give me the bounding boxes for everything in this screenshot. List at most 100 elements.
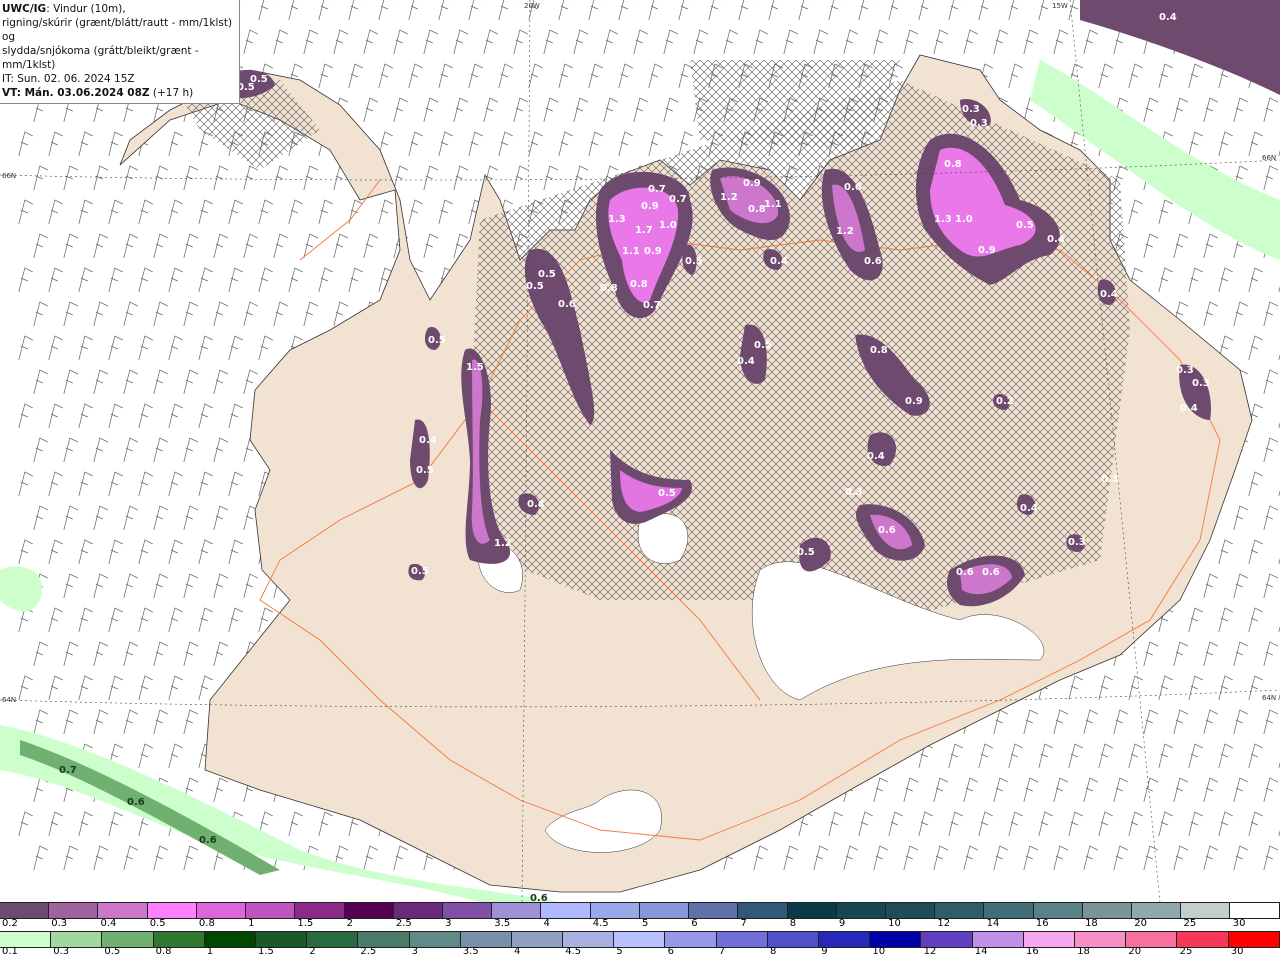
colorbar-label: 0.3	[53, 946, 70, 957]
colorbar-label: 0.4	[100, 918, 117, 929]
colorbar-label: 3	[445, 918, 452, 929]
colorbar-label: 0.1	[2, 946, 18, 957]
colorbar-label: 14	[986, 918, 1000, 929]
colorbar-label: 1.5	[258, 946, 274, 957]
snow-value-label: 1.1	[764, 199, 782, 210]
snow-value-label: 1.7	[635, 225, 653, 236]
colorbar-swatch	[358, 932, 410, 947]
colorbar-label: 0.5	[104, 946, 121, 957]
snow-value-label: 0.4	[1020, 503, 1038, 514]
colorbar-label: 5	[642, 918, 649, 929]
colorbar-swatch	[0, 903, 50, 918]
snow-value-label: 0.6	[558, 299, 576, 310]
colorbar-swatch	[204, 932, 256, 947]
colorbar-swatch	[870, 932, 922, 947]
colorbar-swatch	[98, 903, 148, 918]
rain-value-label: 0.4	[1159, 12, 1177, 23]
snow-value-label: 0.3	[1101, 474, 1119, 485]
issue-time: IT: Sun. 02. 06. 2024 15Z	[2, 73, 135, 85]
colorbar-swatch	[1181, 903, 1231, 918]
colorbar-label: 3.5	[494, 918, 511, 929]
colorbar-label: 0.8	[198, 918, 215, 929]
title-line2: rigning/skúrir (grænt/blátt/rautt - mm/1…	[2, 17, 233, 43]
colorbar-swatch	[1177, 932, 1229, 947]
snow-value-label: 0.7	[669, 194, 687, 205]
snow-value-label: 0.5	[411, 566, 429, 577]
colorbar-swatch	[1228, 932, 1280, 947]
snow-value-label: 0.4	[419, 435, 437, 446]
colorbar-label: 16	[1026, 946, 1039, 957]
colorbar-label: 2.5	[360, 946, 377, 957]
snow-value-label: 0.6	[864, 256, 882, 267]
snow-value-label: 1.5	[466, 362, 484, 373]
snow-value-label: 0.4	[527, 499, 545, 510]
colorbar-swatch	[614, 932, 666, 947]
snow-value-label: 0.5	[685, 256, 703, 267]
colorbar-label: 2.5	[395, 918, 412, 929]
title-line1: : Vindur (10m),	[46, 3, 126, 15]
colorbar-swatch	[1033, 903, 1083, 918]
colorbar-label: 9	[838, 918, 846, 929]
colorbar-swatch	[836, 903, 886, 918]
snow-value-label: 0.5	[538, 269, 556, 280]
rain-value-label: 0.6	[530, 893, 548, 902]
colorbar-label: 9	[821, 946, 828, 957]
colorbar-swatch	[49, 903, 99, 918]
colorbar-label: 2	[346, 918, 353, 929]
colorbar-label: 0.8	[155, 946, 172, 957]
colorbar-swatch	[147, 903, 197, 918]
colorbar-swatch	[295, 903, 345, 918]
colorbar-swatch	[1074, 932, 1127, 947]
colorbar-label: 4	[514, 946, 521, 957]
colorbar-swatch	[344, 903, 394, 918]
svg-text:66N: 66N	[1262, 154, 1276, 162]
colorbar-swatch	[1023, 932, 1075, 947]
colorbar-label: 7	[718, 946, 726, 957]
snow-value-label: 0.6	[878, 525, 896, 536]
colorbar-label: 0.3	[51, 918, 68, 929]
colorbar-label: 0.5	[149, 918, 166, 929]
model-name: UWC/IG	[2, 3, 47, 15]
colorbar-swatch	[492, 903, 542, 918]
colorbar-label: 16	[1035, 918, 1049, 929]
snow-value-label: 1.3	[934, 214, 952, 225]
colorbar-swatch	[819, 932, 871, 947]
snow-value-label: 0.5	[1016, 220, 1034, 231]
colorbar-swatch	[716, 932, 768, 947]
snow-value-label: 0.3	[1176, 365, 1194, 376]
colorbar-swatch	[393, 903, 443, 918]
snow-value-label: 0.3	[1192, 378, 1210, 389]
snow-value-label: 0.7	[643, 300, 661, 311]
snow-value-label: 0.3	[962, 104, 980, 115]
colorbar-swatch	[787, 903, 837, 918]
colorbar-swatch	[984, 903, 1034, 918]
lead-time: (+17 h)	[152, 87, 194, 99]
snow-value-label: 0.5	[428, 335, 446, 346]
colorbar-label: 1	[206, 946, 214, 957]
snow-value-label: 0.4	[1180, 403, 1198, 414]
snow-value-label: 0.5	[416, 465, 434, 476]
snow-value-label: 1.2	[494, 538, 512, 549]
snow-value-label: 0.5	[797, 547, 815, 558]
valid-time: VT: Mán. 03.06.2024 08Z	[2, 87, 150, 99]
svg-text:64N: 64N	[2, 696, 16, 704]
colorbar-label: 4.5	[592, 918, 609, 929]
snow-value-label: 0.8	[944, 159, 962, 170]
colorbar-label: 25	[1179, 946, 1193, 957]
rain-value-label: 0.6	[199, 835, 217, 846]
snow-value-label: 1.2	[720, 192, 738, 203]
colorbar-label: 18	[1085, 918, 1098, 929]
colorbar-swatch	[460, 932, 512, 947]
colorbar-swatch	[665, 932, 717, 947]
colorbar-swatch	[255, 932, 308, 947]
colorbar-swatch	[563, 932, 615, 947]
colorbar-label: 30	[1232, 918, 1246, 929]
colorbar-label: 7	[740, 918, 747, 929]
snow-value-label: 0.9	[978, 245, 996, 256]
snow-value-label: 0.4	[1100, 289, 1118, 300]
colorbar-swatch	[196, 903, 247, 918]
snow-value-label: 0.4	[867, 451, 885, 462]
colorbar-swatch	[442, 903, 493, 918]
colorbar-swatch	[1126, 932, 1178, 947]
snow-value-label: 0.9	[905, 396, 923, 407]
